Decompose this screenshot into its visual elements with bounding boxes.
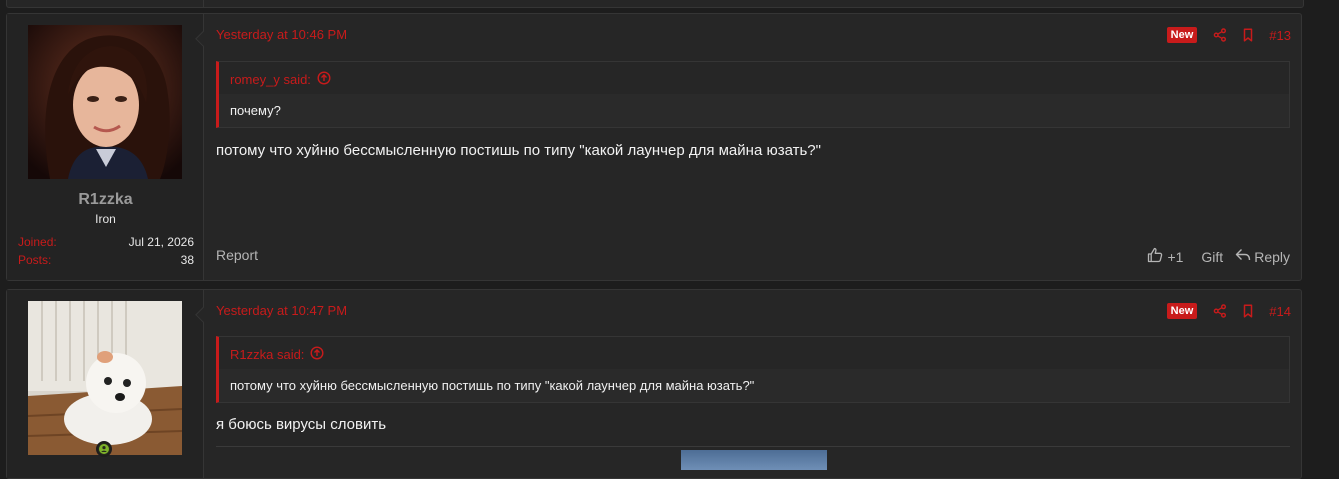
- reply-icon[interactable]: [1235, 248, 1251, 265]
- previous-post-edge: [6, 0, 1304, 8]
- arrow-up-circle-icon[interactable]: [310, 346, 324, 363]
- quote-author-label[interactable]: romey_y said:: [230, 72, 311, 87]
- new-badge: New: [1166, 27, 1198, 43]
- post-number[interactable]: #13: [1269, 28, 1291, 43]
- attachment-image[interactable]: [681, 450, 827, 470]
- avatar[interactable]: [28, 301, 182, 455]
- quote-block: romey_y said: почему?: [216, 61, 1290, 128]
- post-header-actions: New #14: [1166, 302, 1291, 320]
- thumbs-up-icon[interactable]: [1147, 247, 1163, 266]
- arrow-up-circle-icon[interactable]: [317, 71, 331, 88]
- stat-posts-value[interactable]: 38: [181, 253, 194, 267]
- message-text: я боюсь вирусы словить: [216, 416, 387, 433]
- like-button[interactable]: +1: [1147, 247, 1183, 266]
- username[interactable]: R1zzka: [7, 191, 204, 209]
- quote-author-label[interactable]: R1zzka said:: [230, 347, 304, 362]
- reply-label[interactable]: Reply: [1254, 249, 1290, 265]
- gift-button[interactable]: Gift: [1201, 249, 1223, 265]
- user-cell: [7, 290, 204, 478]
- user-title: Iron: [95, 212, 116, 226]
- post-13: R1zzka Iron Joined: Jul 21, 2026 Posts: …: [6, 13, 1302, 281]
- quote-text: почему?: [219, 94, 1289, 127]
- post-date[interactable]: Yesterday at 10:46 PM: [216, 27, 347, 42]
- online-status-indicator: [96, 441, 112, 457]
- message-content: Yesterday at 10:46 PM New #13 romey_y sa…: [204, 14, 1301, 280]
- quote-text: потому что хуйню бессмысленную постишь п…: [219, 369, 1289, 402]
- share-icon[interactable]: [1213, 304, 1227, 318]
- bookmark-icon[interactable]: [1241, 28, 1255, 42]
- online-user-icon: [99, 444, 109, 454]
- stat-joined-value: Jul 21, 2026: [128, 235, 194, 249]
- avatar[interactable]: [28, 25, 182, 179]
- reaction-count[interactable]: +1: [1167, 249, 1183, 265]
- share-icon[interactable]: [1213, 28, 1227, 42]
- footer-actions: +1 Gift Reply: [1147, 247, 1290, 266]
- post-date[interactable]: Yesterday at 10:47 PM: [216, 303, 347, 318]
- report-link[interactable]: Report: [216, 247, 258, 263]
- quote-block: R1zzka said: потому что хуйню бессмыслен…: [216, 336, 1290, 403]
- reply-button[interactable]: Reply: [1235, 248, 1290, 265]
- stat-joined-label: Joined:: [18, 235, 57, 249]
- post-footer: Report +1 Gift Reply: [216, 247, 1290, 265]
- stat-posts-label: Posts:: [18, 253, 52, 267]
- message-content: Yesterday at 10:47 PM New #14 R1zzka sai…: [204, 290, 1301, 478]
- bookmark-icon[interactable]: [1241, 304, 1255, 318]
- new-badge: New: [1166, 303, 1198, 319]
- user-cell: R1zzka Iron Joined: Jul 21, 2026 Posts: …: [7, 14, 204, 280]
- post-number[interactable]: #14: [1269, 304, 1291, 319]
- post-14: Yesterday at 10:47 PM New #14 R1zzka sai…: [6, 289, 1302, 479]
- post-header-actions: New #13: [1166, 26, 1291, 44]
- quote-author[interactable]: R1zzka said:: [230, 346, 324, 363]
- quote-author[interactable]: romey_y said:: [230, 71, 331, 88]
- message-text: потому что хуйню бессмысленную постишь п…: [216, 142, 821, 159]
- attachment-divider: [216, 446, 1290, 447]
